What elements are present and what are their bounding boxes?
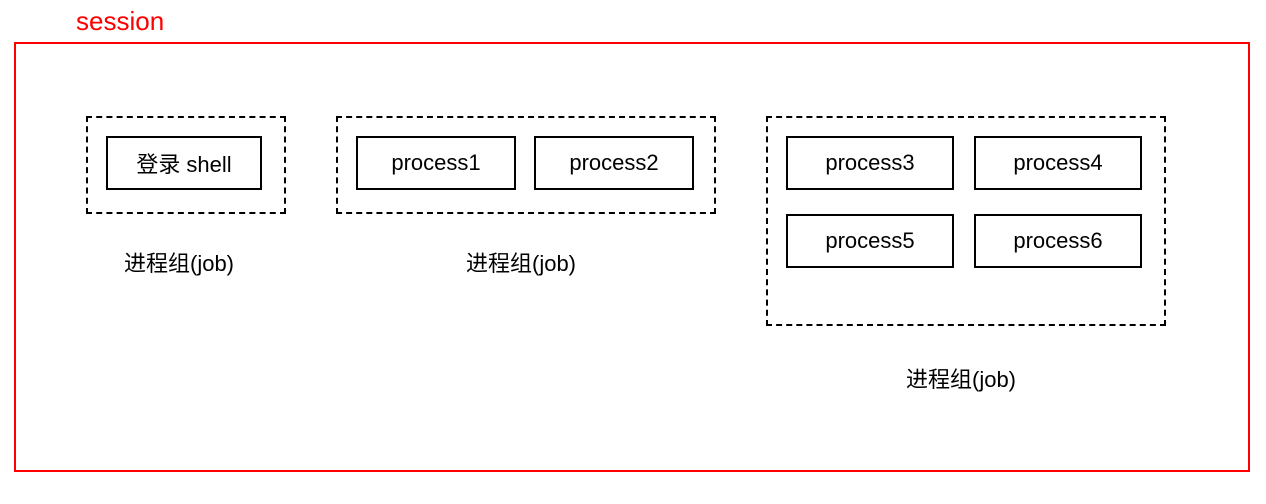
process-group-2: process1 process2 [336,116,716,214]
session-container: 登录 shell 进程组(job) process1 process2 进程组(… [14,42,1250,472]
process-group-3-row-2: process5 process6 [786,214,1146,268]
process-6: process6 [974,214,1142,268]
process-login-shell: 登录 shell [106,136,262,190]
process-group-1: 登录 shell [86,116,286,214]
process-1: process1 [356,136,516,190]
process-4: process4 [974,136,1142,190]
process-2: process2 [534,136,694,190]
process-group-2-label: 进程组(job) [466,246,576,278]
process-group-3-row-1: process3 process4 [786,136,1146,190]
process-group-1-label: 进程组(job) [124,246,234,278]
process-5: process5 [786,214,954,268]
process-group-2-row: process1 process2 [356,136,696,190]
process-group-3-inner: process3 process4 process5 process6 [786,136,1146,268]
session-title: session [76,6,164,37]
process-3: process3 [786,136,954,190]
process-group-3-label: 进程组(job) [906,362,1016,394]
process-group-3: process3 process4 process5 process6 [766,116,1166,326]
